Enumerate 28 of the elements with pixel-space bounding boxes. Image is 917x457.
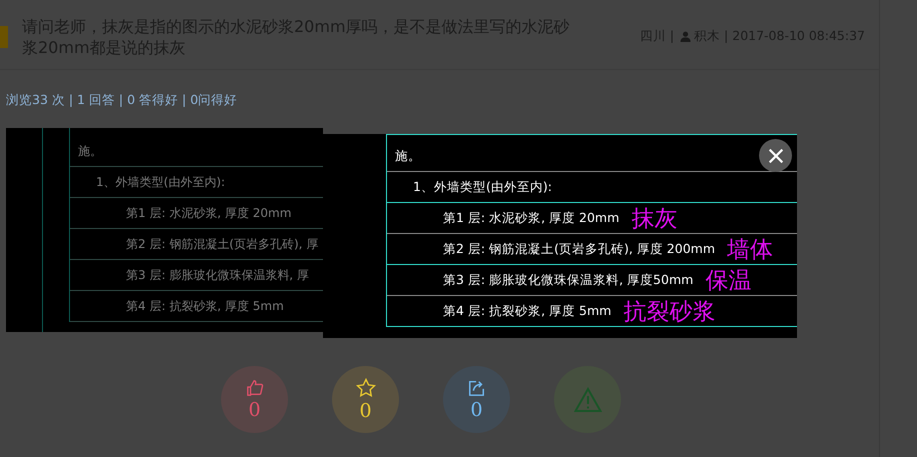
annotation-text: 抹灰	[631, 204, 678, 234]
category-tag	[0, 26, 8, 48]
drawing-text: 第4 层: 抗裂砂浆, 厚度 5mm	[443, 302, 612, 320]
annotation-text: 保温	[705, 266, 752, 296]
drawing-text: 施。	[78, 142, 102, 160]
warning-icon	[574, 386, 602, 412]
drawing-text: 第4 层: 抗裂砂浆, 厚度 5mm	[126, 298, 284, 314]
drawing-text: 第2 层: 钢筋混凝土(页岩多孔砖), 厚	[126, 236, 318, 252]
drawing-text: 第3 层: 膨胀玻化微珠保温浆料, 厚度50mm	[443, 272, 694, 288]
drawing-text: 第3 层: 膨胀玻化微珠保温浆料, 厚	[126, 266, 309, 284]
thumbs-up-icon	[246, 378, 264, 396]
close-button[interactable]	[759, 139, 792, 172]
share-icon	[468, 378, 486, 396]
drawing-text: 施。	[395, 148, 421, 164]
user-icon	[680, 31, 692, 42]
action-button[interactable]: 0	[443, 366, 510, 433]
drawing-text: 第1 层: 水泥砂浆, 厚度 20mm	[443, 210, 620, 226]
stats-text: 浏览33 次 | 1 回答 | 0 答得好 | 0问得好	[6, 92, 238, 109]
action-button[interactable]: 0	[332, 366, 399, 433]
drawing-text: 1、外墙类型(由外至内):	[413, 178, 552, 196]
close-icon	[766, 146, 784, 164]
drawing-text: 第1 层: 水泥砂浆, 厚度 20mm	[126, 204, 292, 222]
annotation-text: 抗裂砂浆	[623, 298, 716, 326]
drawing-text: 第2 层: 钢筋混凝土(页岩多孔砖), 厚度 200mm	[443, 240, 715, 258]
annotation-text: 墙体	[727, 236, 773, 264]
drawing-text: 1、外墙类型(由外至内):	[96, 174, 226, 190]
action-button[interactable]: 0	[221, 366, 288, 433]
star-icon	[356, 378, 376, 398]
